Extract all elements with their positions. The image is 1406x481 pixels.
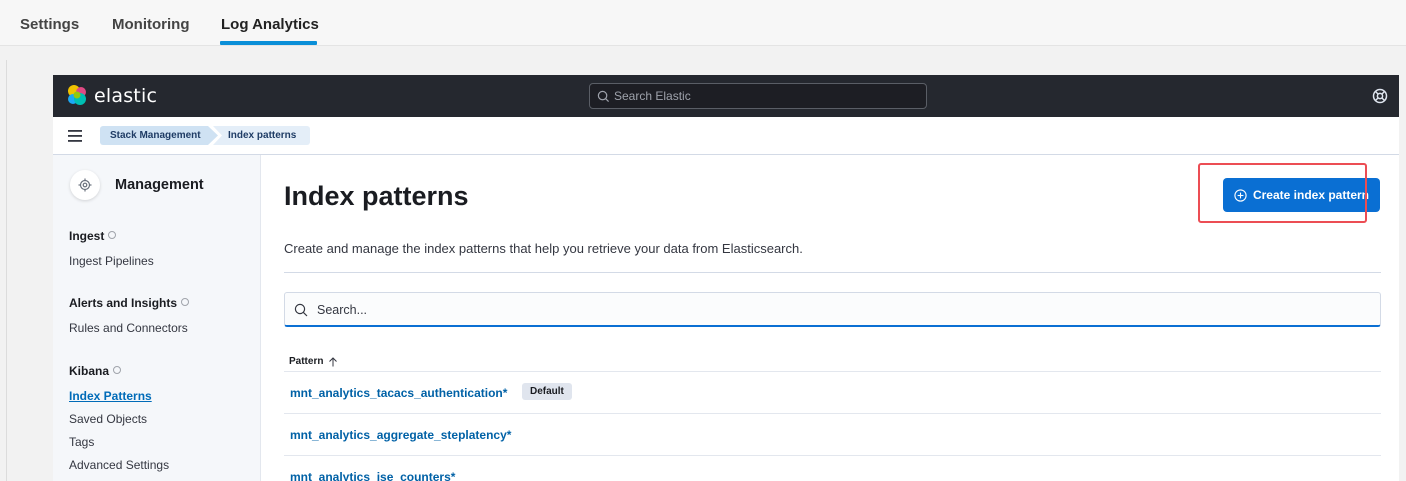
sidebar-heading-alerts-insights: Alerts and Insights	[69, 296, 190, 310]
tab-monitoring[interactable]: Monitoring	[112, 16, 189, 33]
search-icon	[597, 90, 610, 103]
search-input[interactable]	[317, 301, 1317, 319]
table-row-pattern-link[interactable]: mnt_analytics_ise_counters*	[290, 470, 455, 481]
plus-in-circle-icon	[1234, 188, 1247, 202]
default-badge: Default	[522, 383, 572, 400]
create-index-pattern-button[interactable]: Create index pattern	[1223, 178, 1380, 212]
breadcrumb-bar: Stack Management Index patterns	[53, 117, 1399, 155]
sidebar-heading-ingest: Ingest	[69, 229, 117, 243]
hamburger-menu-icon[interactable]	[68, 130, 82, 142]
row-divider	[284, 455, 1381, 456]
divider	[284, 272, 1381, 273]
tab-log-analytics[interactable]: Log Analytics	[221, 16, 319, 33]
main-content: Index patterns Create index pattern Crea…	[261, 155, 1399, 481]
index-pattern-search[interactable]	[284, 292, 1381, 327]
create-index-pattern-label: Create index pattern	[1252, 188, 1370, 202]
search-icon	[294, 303, 308, 317]
global-search[interactable]	[589, 83, 927, 109]
kibana-header: elastic	[53, 75, 1399, 117]
sidebar-item-ingest-pipelines[interactable]: Ingest Pipelines	[69, 254, 154, 268]
sort-ascending-icon	[329, 356, 338, 366]
active-tab-indicator	[220, 41, 317, 45]
top-tab-bar: Settings Monitoring Log Analytics	[0, 0, 1406, 46]
breadcrumb-stack-management[interactable]: Stack Management	[100, 126, 218, 145]
sidebar-title: Management	[115, 177, 204, 193]
tab-settings[interactable]: Settings	[20, 16, 79, 33]
management-sidebar: Management Ingest Ingest Pipelines Alert…	[53, 155, 261, 481]
row-divider	[284, 371, 1381, 372]
info-icon	[181, 298, 190, 306]
breadcrumb-index-patterns: Index patterns	[213, 126, 310, 145]
divider	[6, 60, 7, 481]
info-icon	[113, 366, 122, 374]
sidebar-heading-kibana: Kibana	[69, 364, 122, 378]
sidebar-item-saved-objects[interactable]: Saved Objects	[69, 412, 147, 426]
page-title: Index patterns	[284, 181, 469, 211]
gear-icon	[78, 178, 92, 192]
column-header-pattern[interactable]: Pattern	[289, 356, 338, 367]
info-icon	[108, 231, 117, 239]
management-badge	[70, 170, 100, 200]
table-row-pattern-link[interactable]: mnt_analytics_aggregate_steplatency*	[290, 428, 511, 442]
elastic-logo-icon[interactable]	[66, 84, 88, 106]
kibana-frame: elastic Stack Management Index patterns	[53, 75, 1399, 481]
global-search-input[interactable]	[614, 87, 914, 105]
sidebar-item-index-patterns[interactable]: Index Patterns	[69, 389, 152, 403]
help-menu-icon[interactable]	[1372, 88, 1388, 104]
page-description: Create and manage the index patterns tha…	[284, 241, 803, 256]
row-divider	[284, 413, 1381, 414]
sidebar-item-rules-connectors[interactable]: Rules and Connectors	[69, 321, 188, 335]
elastic-logo-text[interactable]: elastic	[94, 85, 157, 107]
sidebar-item-tags[interactable]: Tags	[69, 435, 94, 449]
table-row-pattern-link[interactable]: mnt_analytics_tacacs_authentication*	[290, 386, 507, 400]
sidebar-item-advanced-settings[interactable]: Advanced Settings	[69, 458, 169, 472]
